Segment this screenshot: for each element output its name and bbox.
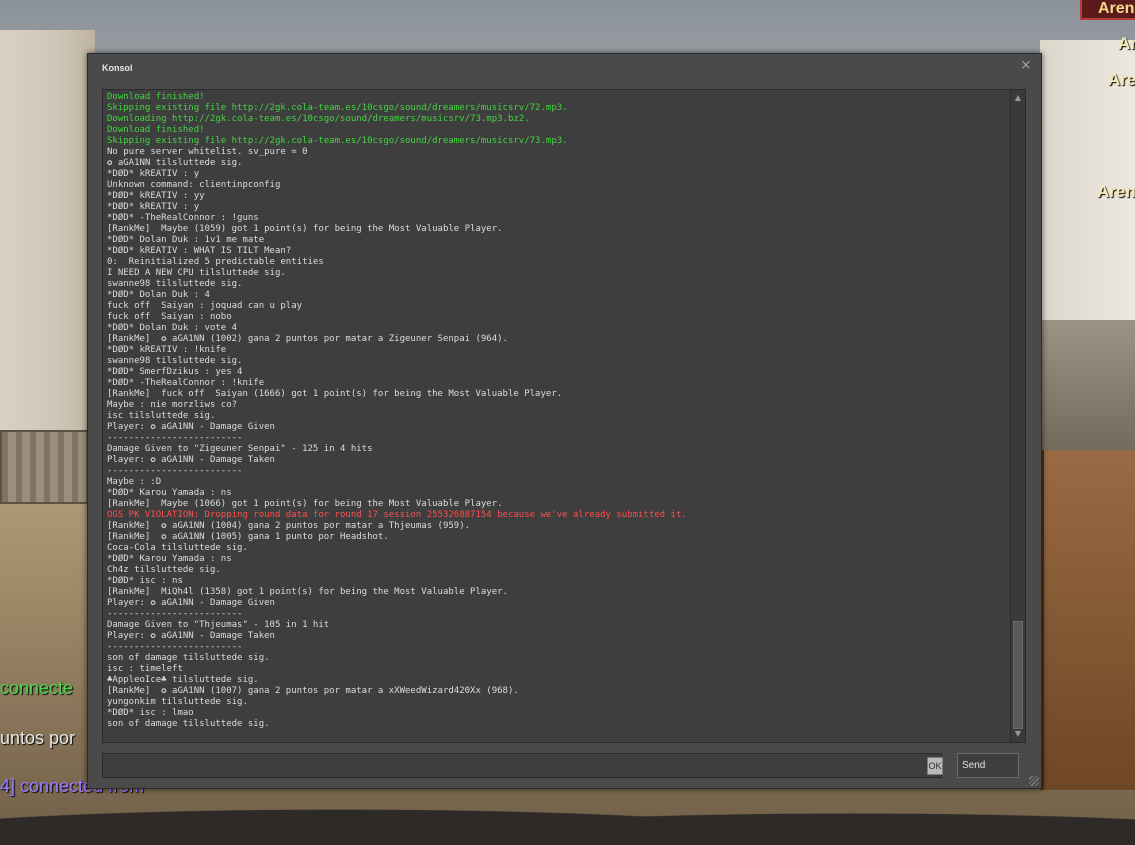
title-bar[interactable]: Konsol ×	[88, 54, 1041, 80]
log-line: *DØD* SmerfDzikus : yes 4	[107, 367, 243, 377]
log-line: Downloading http://2gk.cola-team.es/10cs…	[107, 114, 530, 124]
log-line: *DØD* kREATIV : !knife	[107, 345, 227, 355]
log-line: fuck off Saiyan : joquad can u play	[107, 301, 303, 311]
log-line: [RankMe] Maybe (1066) got 1 point(s) for…	[107, 499, 503, 509]
resize-grip-icon[interactable]	[1029, 776, 1039, 786]
scroll-up-icon[interactable]: ▲	[1011, 92, 1025, 104]
log-line: Skipping existing file http://2gk.cola-t…	[107, 103, 568, 113]
log-line: Maybe : nie morzliws co?	[107, 400, 238, 410]
log-line: [RankMe] ✪ aGA1NN (1005) gana 1 punto po…	[107, 532, 389, 542]
log-line: *DØD* kREATIV : y	[107, 202, 200, 212]
log-line: *DØD* isc : ns	[107, 576, 183, 586]
log-line: Unknown command: clientinpconfig	[107, 180, 281, 190]
log-line: -------------------------	[107, 466, 243, 476]
game-crate	[0, 430, 94, 504]
log-line: 0: Reinitialized 5 predictable entities	[107, 257, 324, 267]
log-line: *DØD* Dolan Duk : 4	[107, 290, 210, 300]
ok-button[interactable]: OK	[927, 757, 943, 775]
log-line: fuck off Saiyan : nobo	[107, 312, 232, 322]
log-line: ✪ aGA1NN tilsluttede sig.	[107, 158, 243, 168]
log-line: I NEED A NEW CPU tilsluttede sig.	[107, 268, 286, 278]
log-line: Player: ✪ aGA1NN - Damage Given	[107, 422, 275, 432]
log-line: [RankMe] MiQh4l (1358) got 1 point(s) fo…	[107, 587, 508, 597]
console-output: Download finished! Skipping existing file…	[102, 89, 1026, 743]
hud-chat-line: untos por	[0, 728, 76, 748]
game-player-hands	[0, 790, 1135, 845]
log-line: *DØD* Dolan Duk : 1v1 me mate	[107, 235, 265, 245]
window-title: Konsol	[102, 63, 133, 73]
log-line: [RankMe] ✪ aGA1NN (1007) gana 2 puntos p…	[107, 686, 519, 696]
log-line: son of damage tilsluttede sig.	[107, 653, 270, 663]
log-line: Player: ✪ aGA1NN - Damage Given	[107, 598, 275, 608]
log-line: OGS PK VIOLATION: Dropping round data fo…	[107, 510, 687, 520]
log-line: Ch4z tilsluttede sig.	[107, 565, 221, 575]
console-log: Download finished! Skipping existing file…	[107, 92, 1007, 730]
scroll-down-icon[interactable]: ▼	[1011, 728, 1025, 740]
hud-chat-line: connecte	[0, 678, 74, 698]
log-line: Download finished!	[107, 125, 205, 135]
log-line: son of damage tilsluttede sig.	[107, 719, 270, 729]
log-line: Skipping existing file http://2gk.cola-t…	[107, 136, 568, 146]
hud-arena-label: Are	[1108, 70, 1135, 89]
log-line: -------------------------	[107, 642, 243, 652]
log-line: [RankMe] ✪ aGA1NN (1002) gana 2 puntos p…	[107, 334, 508, 344]
log-line: Player: ✪ aGA1NN - Damage Taken	[107, 631, 275, 641]
log-line: *DØD* -TheRealConnor : !guns	[107, 213, 259, 223]
log-line: -------------------------	[107, 609, 243, 619]
log-line: *DØD* Karou Yamada : ns	[107, 554, 232, 564]
log-line: Coca-Cola tilsluttede sig.	[107, 543, 248, 553]
log-line: swanne98 tilsluttede sig.	[107, 356, 243, 366]
game-ledge-right	[1040, 320, 1135, 470]
log-line: *DØD* isc : lmao	[107, 708, 194, 718]
log-line: Damage Given to "Thjeumas" - 105 in 1 hi…	[107, 620, 330, 630]
log-line: Player: ✪ aGA1NN - Damage Taken	[107, 455, 275, 465]
log-line: -------------------------	[107, 433, 243, 443]
log-line: *DØD* -TheRealConnor : !knife	[107, 378, 265, 388]
log-line: *DØD* kREATIV : yy	[107, 191, 205, 201]
log-line: *DØD* Dolan Duk : vote 4	[107, 323, 238, 333]
log-line: No pure server whitelist. sv_pure = 0	[107, 147, 308, 157]
log-line: [RankMe] Maybe (1059) got 1 point(s) for…	[107, 224, 503, 234]
game-door	[1040, 450, 1135, 790]
command-input[interactable]	[102, 753, 942, 778]
log-line: isc tilsluttede sig.	[107, 411, 216, 421]
log-line: *DØD* kREATIV : y	[107, 169, 200, 179]
scrollbar[interactable]: ▲ ▼	[1010, 90, 1025, 742]
log-line: Damage Given to "Zigeuner Senpai" - 125 …	[107, 444, 373, 454]
close-icon[interactable]: ×	[1019, 59, 1033, 73]
log-line: [RankMe] ✪ aGA1NN (1004) gana 2 puntos p…	[107, 521, 471, 531]
log-line: *DØD* kREATIV : WHAT IS TILT Mean?	[107, 246, 292, 256]
log-line: yungonkim tilsluttede sig.	[107, 697, 248, 707]
log-line: isc : timeleft	[107, 664, 183, 674]
log-line: Maybe : :D	[107, 477, 162, 487]
console-window: Konsol × Download finished! Skipping exis…	[87, 53, 1042, 789]
hud-arena-label: Ar	[1118, 34, 1135, 53]
send-button[interactable]: Send	[957, 753, 1019, 778]
log-line: ♣AppleoIce♣ tilsluttede sig.	[107, 675, 259, 685]
log-line: Download finished!	[107, 92, 205, 102]
log-line: [RankMe] fuck off Saiyan (1666) got 1 po…	[107, 389, 563, 399]
log-line: swanne98 tilsluttede sig.	[107, 279, 243, 289]
hud-arena-label: Aren	[1097, 182, 1135, 201]
scroll-thumb[interactable]	[1013, 621, 1023, 729]
log-line: *DØD* Karou Yamada : ns	[107, 488, 232, 498]
hud-scoreboard-tag: Arena	[1080, 0, 1135, 20]
